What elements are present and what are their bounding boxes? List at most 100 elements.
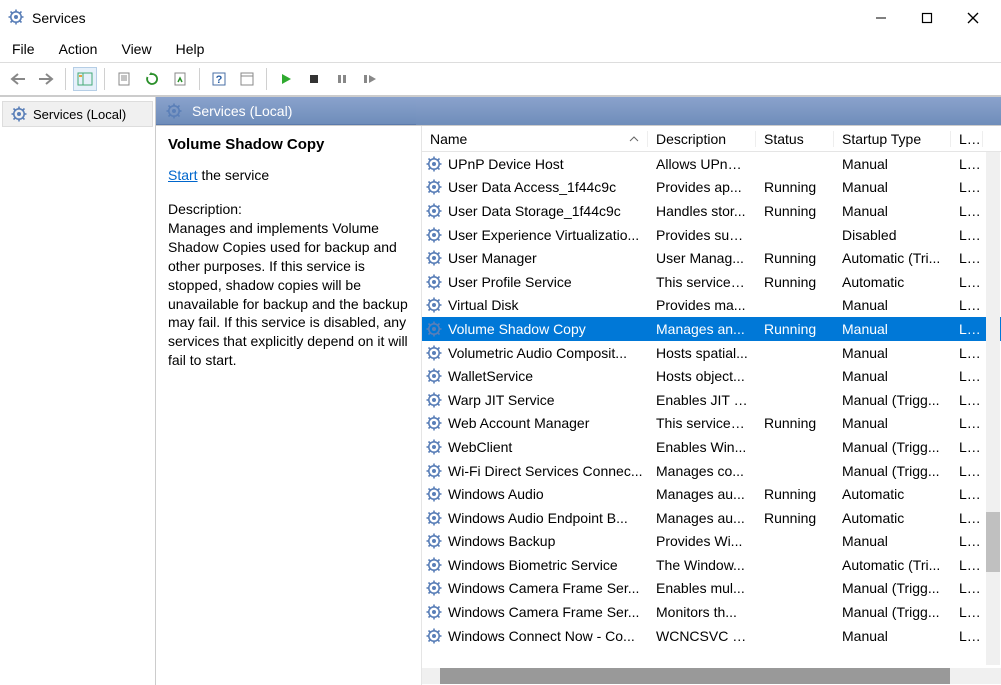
service-row[interactable]: Windows Camera Frame Ser...Enables mul..… <box>422 577 1001 601</box>
service-startup-cell: Manual (Trigg... <box>834 392 951 408</box>
service-startup-cell: Automatic <box>834 486 951 502</box>
service-row[interactable]: Windows Camera Frame Ser...Monitors th..… <box>422 600 1001 624</box>
back-button[interactable] <box>6 67 30 91</box>
tree-root-item[interactable]: Services (Local) <box>2 101 153 127</box>
service-desc-cell: Manages an... <box>648 321 756 337</box>
service-desc-cell: Monitors th... <box>648 604 756 620</box>
service-status-cell: Running <box>756 250 834 266</box>
service-status-cell: Running <box>756 510 834 526</box>
minimize-button[interactable] <box>867 4 895 32</box>
column-status[interactable]: Status <box>756 131 834 147</box>
service-row[interactable]: User Data Access_1f44c9cProvides ap...Ru… <box>422 176 1001 200</box>
restart-service-button[interactable] <box>358 67 382 91</box>
gear-icon <box>426 345 442 361</box>
service-startup-cell: Automatic (Tri... <box>834 250 951 266</box>
vertical-scrollbar[interactable] <box>986 152 1000 665</box>
menu-view[interactable]: View <box>117 39 155 59</box>
column-name[interactable]: Name <box>422 131 648 147</box>
service-row[interactable]: Volume Shadow Copy Manages an...RunningMa… <box>422 317 1001 341</box>
stop-service-button[interactable] <box>302 67 326 91</box>
refresh-button[interactable] <box>140 67 164 91</box>
service-name-cell: Windows Audio Endpoint B... <box>448 510 628 526</box>
service-row[interactable]: Web Account ManagerThis service i...Runn… <box>422 412 1001 436</box>
service-row[interactable]: UPnP Device HostAllows UPnP ...ManualLoc <box>422 152 1001 176</box>
gear-icon <box>426 227 442 243</box>
service-desc-cell: Enables Win... <box>648 439 756 455</box>
vertical-scroll-thumb[interactable] <box>986 512 1000 572</box>
service-desc-cell: This service i... <box>648 415 756 431</box>
menu-action[interactable]: Action <box>55 39 102 59</box>
service-logon-cell: Loc <box>951 533 983 549</box>
title-bar: Services <box>0 0 1001 36</box>
service-row[interactable]: Windows AudioManages au...RunningAutomat… <box>422 482 1001 506</box>
service-logon-cell: Loc <box>951 368 983 384</box>
service-status-cell: Running <box>756 274 834 290</box>
service-logon-cell: Loc <box>951 297 983 313</box>
service-row[interactable]: Windows Audio Endpoint B... Manages au...… <box>422 506 1001 530</box>
service-row[interactable]: WebClient Enables Win... Manual (Trigg...L… <box>422 435 1001 459</box>
maximize-button[interactable] <box>913 4 941 32</box>
description-text: Manages and implements Volume Shadow Cop… <box>168 219 409 370</box>
menu-help[interactable]: Help <box>172 39 209 59</box>
gear-icon <box>426 557 442 573</box>
column-logon[interactable]: Log On As <box>951 131 983 147</box>
service-logon-cell: Loc <box>951 439 983 455</box>
gear-icon <box>426 179 442 195</box>
menu-file[interactable]: File <box>8 39 39 59</box>
service-row[interactable]: Virtual DiskProvides ma...ManualLoc <box>422 294 1001 318</box>
service-startup-cell: Manual <box>834 203 951 219</box>
service-startup-cell: Manual <box>834 297 951 313</box>
service-name-cell: WalletService <box>448 368 533 384</box>
service-row[interactable]: WalletServiceHosts object...ManualLoc <box>422 364 1001 388</box>
service-row[interactable]: Warp JIT ServiceEnables JIT c...Manual (… <box>422 388 1001 412</box>
service-row[interactable]: Wi-Fi Direct Services Connec...Manages c… <box>422 459 1001 483</box>
pause-service-button[interactable] <box>330 67 354 91</box>
gear-icon <box>426 203 442 219</box>
service-row[interactable]: User Data Storage_1f44c9cHandles stor...… <box>422 199 1001 223</box>
horizontal-scroll-thumb[interactable] <box>440 668 950 684</box>
column-description[interactable]: Description <box>648 131 756 147</box>
forward-button[interactable] <box>34 67 58 91</box>
service-name-cell: Windows Camera Frame Ser... <box>448 580 639 596</box>
service-name-cell: WebClient <box>448 439 512 455</box>
console-tree: Services (Local) <box>0 97 156 685</box>
service-name-cell: Windows Backup <box>448 533 555 549</box>
service-name-cell: Volume Shadow Copy <box>448 321 586 337</box>
service-desc-cell: Handles stor... <box>648 203 756 219</box>
show-hide-tree-button[interactable] <box>73 67 97 91</box>
service-logon-cell: Loc <box>951 227 983 243</box>
start-service-link[interactable]: Start <box>168 167 198 183</box>
service-startup-cell: Manual (Trigg... <box>834 439 951 455</box>
service-status-cell: Running <box>756 321 834 337</box>
service-startup-cell: Manual <box>834 321 951 337</box>
service-name-cell: Windows Connect Now - Co... <box>448 628 635 644</box>
service-startup-cell: Manual <box>834 628 951 644</box>
service-row[interactable]: Windows Connect Now - Co...WCNCSVC h...M… <box>422 624 1001 648</box>
start-service-button[interactable] <box>274 67 298 91</box>
service-name-cell: Windows Audio <box>448 486 544 502</box>
export-button[interactable] <box>168 67 192 91</box>
content-header: Services (Local) <box>156 97 416 125</box>
gear-icon <box>426 533 442 549</box>
service-row[interactable]: User Experience Virtualizatio...Provides… <box>422 223 1001 247</box>
service-row[interactable]: Windows Biometric ServiceThe Window...Au… <box>422 553 1001 577</box>
close-button[interactable] <box>959 4 987 32</box>
gear-icon <box>426 156 442 172</box>
service-startup-cell: Manual (Trigg... <box>834 580 951 596</box>
horizontal-scrollbar[interactable] <box>422 668 1001 684</box>
service-row[interactable]: Volumetric Audio Composit...Hosts spatia… <box>422 341 1001 365</box>
gear-icon <box>426 604 442 620</box>
service-logon-cell: Loc <box>951 510 983 526</box>
gear-icon <box>166 103 182 119</box>
help-button[interactable]: ? <box>207 67 231 91</box>
service-row[interactable]: Windows BackupProvides Wi...ManualLoc <box>422 530 1001 554</box>
show-hide-action-pane-button[interactable] <box>235 67 259 91</box>
service-desc-cell: Manages au... <box>648 510 756 526</box>
column-startup[interactable]: Startup Type <box>834 131 951 147</box>
service-row[interactable]: User ManagerUser Manag...RunningAutomati… <box>422 246 1001 270</box>
service-name-cell: Volumetric Audio Composit... <box>448 345 627 361</box>
service-row[interactable]: User Profile ServiceThis service i...Run… <box>422 270 1001 294</box>
properties-button[interactable] <box>112 67 136 91</box>
service-status-cell: Running <box>756 486 834 502</box>
service-name-cell: Web Account Manager <box>448 415 589 431</box>
